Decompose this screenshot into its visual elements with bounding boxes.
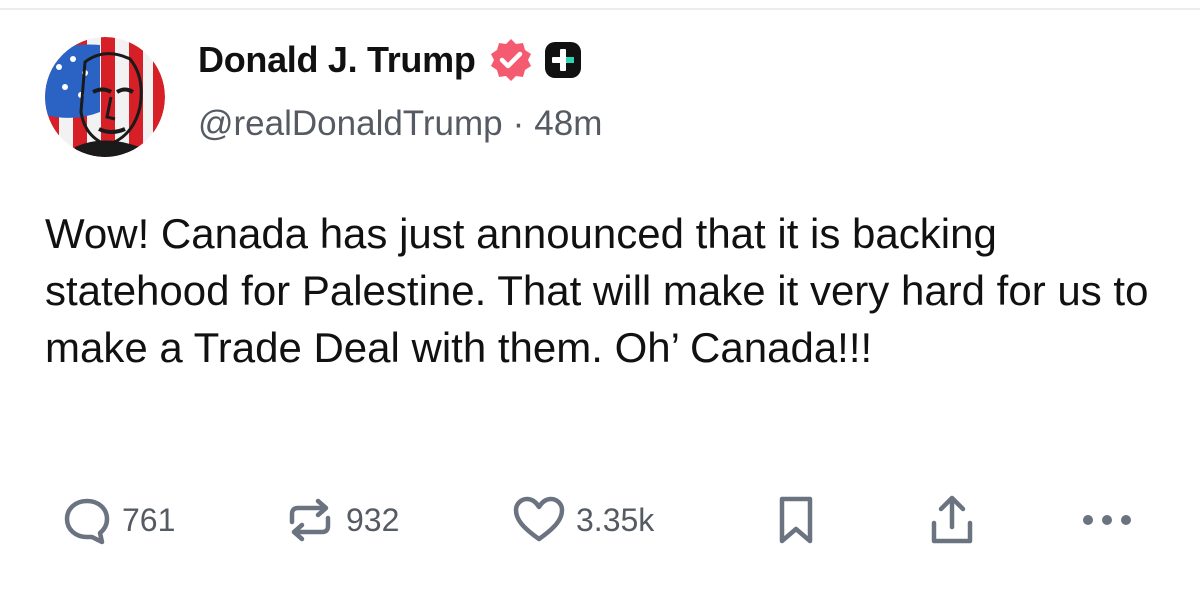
- top-divider: [0, 0, 1200, 10]
- bookmark-icon: [774, 493, 818, 547]
- author-display-name[interactable]: Donald J. Trump: [198, 39, 476, 81]
- bookmark-button[interactable]: [774, 490, 818, 550]
- author-meta: @realDonaldTrump · 48m: [198, 104, 602, 144]
- avatar[interactable]: [45, 37, 165, 157]
- repost-count: 932: [346, 501, 400, 538]
- truth-plus-icon: [544, 41, 582, 79]
- post-action-bar: 761 932 3.35k: [62, 490, 1142, 550]
- verified-badge-icon: [488, 37, 534, 83]
- heart-icon: [512, 495, 566, 545]
- post-text: Wow! Canada has just announced that it i…: [45, 210, 1149, 371]
- reply-count: 761: [122, 501, 176, 538]
- more-options-button[interactable]: [1080, 490, 1134, 550]
- post-timestamp[interactable]: 48m: [534, 104, 602, 144]
- author-handle[interactable]: @realDonaldTrump: [198, 104, 503, 144]
- share-icon: [927, 493, 977, 547]
- meta-separator: ·: [512, 104, 525, 143]
- like-count: 3.35k: [576, 501, 655, 538]
- reply-icon: [62, 495, 112, 545]
- reply-button[interactable]: 761: [62, 490, 175, 550]
- share-button[interactable]: [927, 490, 977, 550]
- repost-icon: [284, 494, 336, 546]
- like-button[interactable]: 3.35k: [512, 490, 654, 550]
- more-icon: [1080, 510, 1134, 530]
- repost-button[interactable]: 932: [284, 490, 399, 550]
- author-row: Donald J. Trump: [198, 38, 582, 82]
